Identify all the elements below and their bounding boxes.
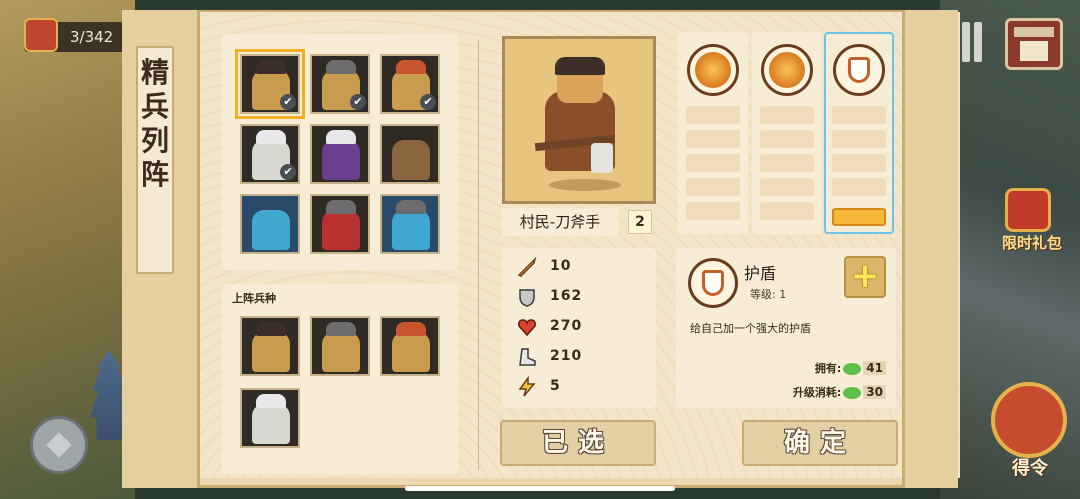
- boot-icon: [519, 348, 536, 366]
- deployed-unit-1[interactable]: [240, 316, 300, 376]
- selected-button[interactable]: 已选: [500, 420, 656, 466]
- swipe-skill-icon: [761, 44, 813, 96]
- heart-icon: [518, 319, 536, 337]
- unit-portrait: [502, 36, 656, 204]
- shield-skill-icon: [688, 258, 738, 308]
- skill-column-2[interactable]: [752, 32, 822, 234]
- skill-column-3[interactable]: [824, 32, 894, 234]
- unit-stats: 10 162 270 210 5: [502, 248, 656, 408]
- check-icon: ✔: [280, 94, 296, 110]
- dpad-control[interactable]: [30, 416, 88, 474]
- upgrade-plus-button[interactable]: +: [844, 256, 886, 298]
- skill-level-slot-active: [832, 208, 886, 226]
- shop-building-button[interactable]: [1005, 18, 1063, 70]
- lightning-icon: [518, 376, 536, 397]
- skill-description: 给自己加一个强大的护盾: [690, 322, 811, 335]
- upgrade-cost-row: 升级消耗: 30: [793, 384, 886, 400]
- stat-attack: 10: [516, 256, 646, 278]
- roster-unit-3[interactable]: ✔: [380, 54, 440, 114]
- roster-unit-6[interactable]: [380, 124, 440, 184]
- gift-box-icon: [1005, 188, 1051, 232]
- check-icon: ✔: [420, 94, 436, 110]
- deployed-unit-3[interactable]: [380, 316, 440, 376]
- unit-name: 村民-刀斧手: [502, 208, 618, 236]
- confirm-button[interactable]: 确定: [742, 420, 898, 466]
- scroll-rod-right: [902, 10, 958, 488]
- unit-level-badge: 2: [628, 210, 652, 234]
- limited-pack-label: 限时礼包: [1001, 234, 1062, 252]
- deployed-unit-2[interactable]: [310, 316, 370, 376]
- roster-unit-8[interactable]: [310, 194, 370, 254]
- menu-bars-icon[interactable]: [962, 22, 990, 62]
- roster-unit-7[interactable]: [240, 194, 300, 254]
- deployed-title: 上阵兵种: [232, 292, 276, 305]
- owned-row: 拥有: 41: [815, 360, 886, 376]
- check-icon: ✔: [280, 164, 296, 180]
- stat-health: 270: [516, 316, 646, 338]
- panel-title: 精兵列阵: [140, 56, 169, 191]
- stat-speed: 210: [516, 346, 646, 368]
- skill-name: 护盾: [744, 264, 777, 283]
- skill-column-1[interactable]: [678, 32, 748, 234]
- order-seal-icon: [991, 382, 1067, 458]
- skill-detail: 护盾 等级: 1 + 给自己加一个强大的护盾 拥有: 41 升级消耗: 30: [676, 248, 896, 408]
- panel-divider: [478, 40, 479, 470]
- deployed-unit-4[interactable]: [240, 388, 300, 448]
- roster-unit-4[interactable]: ✔: [240, 124, 300, 184]
- roster-unit-5[interactable]: [310, 124, 370, 184]
- stat-defense: 162: [516, 286, 646, 308]
- roster-unit-1[interactable]: ✔: [235, 49, 305, 119]
- panel-title-banner: 精兵列阵: [136, 46, 174, 274]
- sword-icon: [517, 256, 537, 277]
- roster-unit-2[interactable]: ✔: [310, 54, 370, 114]
- slash-skill-icon: [687, 44, 739, 96]
- shield-skill-icon: [833, 44, 885, 96]
- progress-counter-text: 3/342: [70, 28, 114, 46]
- order-button[interactable]: 得令: [985, 382, 1075, 482]
- shield-icon: [519, 289, 535, 307]
- jade-gem-icon: [843, 363, 862, 375]
- limited-pack-button[interactable]: 限时礼包: [995, 188, 1069, 258]
- roster-unit-9[interactable]: [380, 194, 440, 254]
- jade-gem-icon: [843, 387, 862, 399]
- skill-level: 等级: 1: [750, 288, 787, 301]
- stat-energy: 5: [516, 376, 646, 398]
- home-indicator[interactable]: [405, 486, 675, 491]
- treasure-chest-icon: [24, 18, 58, 52]
- check-icon: ✔: [350, 94, 366, 110]
- order-label: 得令: [1012, 458, 1048, 479]
